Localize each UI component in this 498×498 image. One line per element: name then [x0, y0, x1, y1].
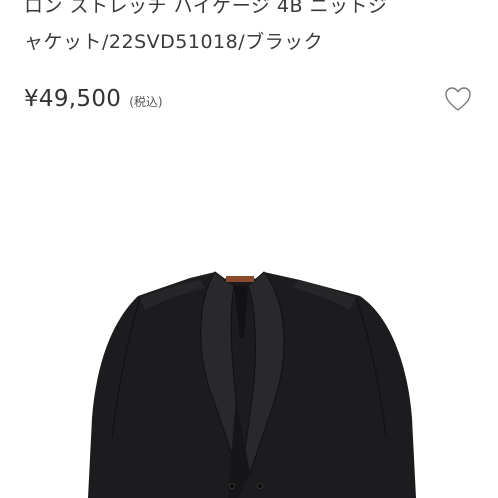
- product-price: ¥49,500: [24, 86, 122, 112]
- product-title: ロン ストレッチ ハイゲージ 4B ニットジ ャケット/22SVD51018/ブ…: [24, 0, 464, 60]
- knit-jacket-photo: [88, 271, 416, 498]
- button-1: [228, 482, 235, 489]
- product-image[interactable]: [0, 168, 498, 498]
- price-row: ¥49,500 (税込): [24, 86, 163, 112]
- product-page: ロン ストレッチ ハイゲージ 4B ニットジ ャケット/22SVD51018/ブ…: [0, 0, 498, 498]
- heart-outline-icon: [445, 87, 471, 111]
- product-title-line-1: ロン ストレッチ ハイゲージ 4B ニットジ: [24, 0, 388, 17]
- button-2: [256, 482, 263, 489]
- product-title-line-2: ャケット/22SVD51018/ブラック: [24, 31, 324, 53]
- favorite-button[interactable]: [443, 85, 473, 113]
- brand-label: [226, 276, 254, 282]
- tax-included-note: (税込): [129, 95, 163, 109]
